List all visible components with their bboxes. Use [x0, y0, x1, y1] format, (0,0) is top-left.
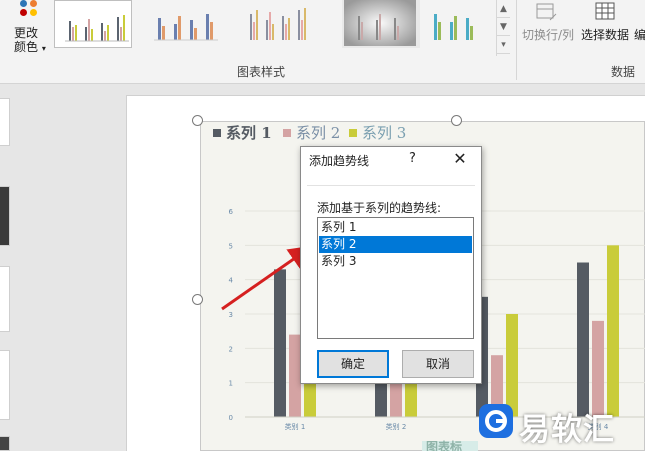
arrow-to-series-2 — [221, 245, 313, 311]
cancel-button[interactable]: 取消 — [402, 350, 474, 378]
close-icon[interactable]: ✕ — [449, 149, 471, 169]
watermark-logo-icon — [479, 404, 513, 438]
ok-button[interactable]: 确定 — [317, 350, 389, 378]
dialog-divider — [307, 185, 475, 186]
help-icon[interactable]: ? — [409, 151, 416, 166]
watermark-text: 易软汇 — [519, 412, 615, 448]
series-listbox[interactable]: 系列 1 系列 2 系列 3 — [317, 217, 474, 339]
watermark: 易软汇 — [479, 402, 639, 448]
series-option-2[interactable]: 系列 2 — [319, 236, 472, 253]
dialog-prompt: 添加基于系列的趋势线: — [317, 201, 442, 215]
dialog-title: 添加趋势线 — [309, 154, 370, 168]
add-trendline-dialog: 添加趋势线 ? ✕ 添加基于系列的趋势线: 系列 1 系列 2 系列 3 确定 … — [300, 146, 482, 384]
series-option-3[interactable]: 系列 3 — [319, 253, 472, 270]
series-option-1[interactable]: 系列 1 — [319, 219, 472, 236]
